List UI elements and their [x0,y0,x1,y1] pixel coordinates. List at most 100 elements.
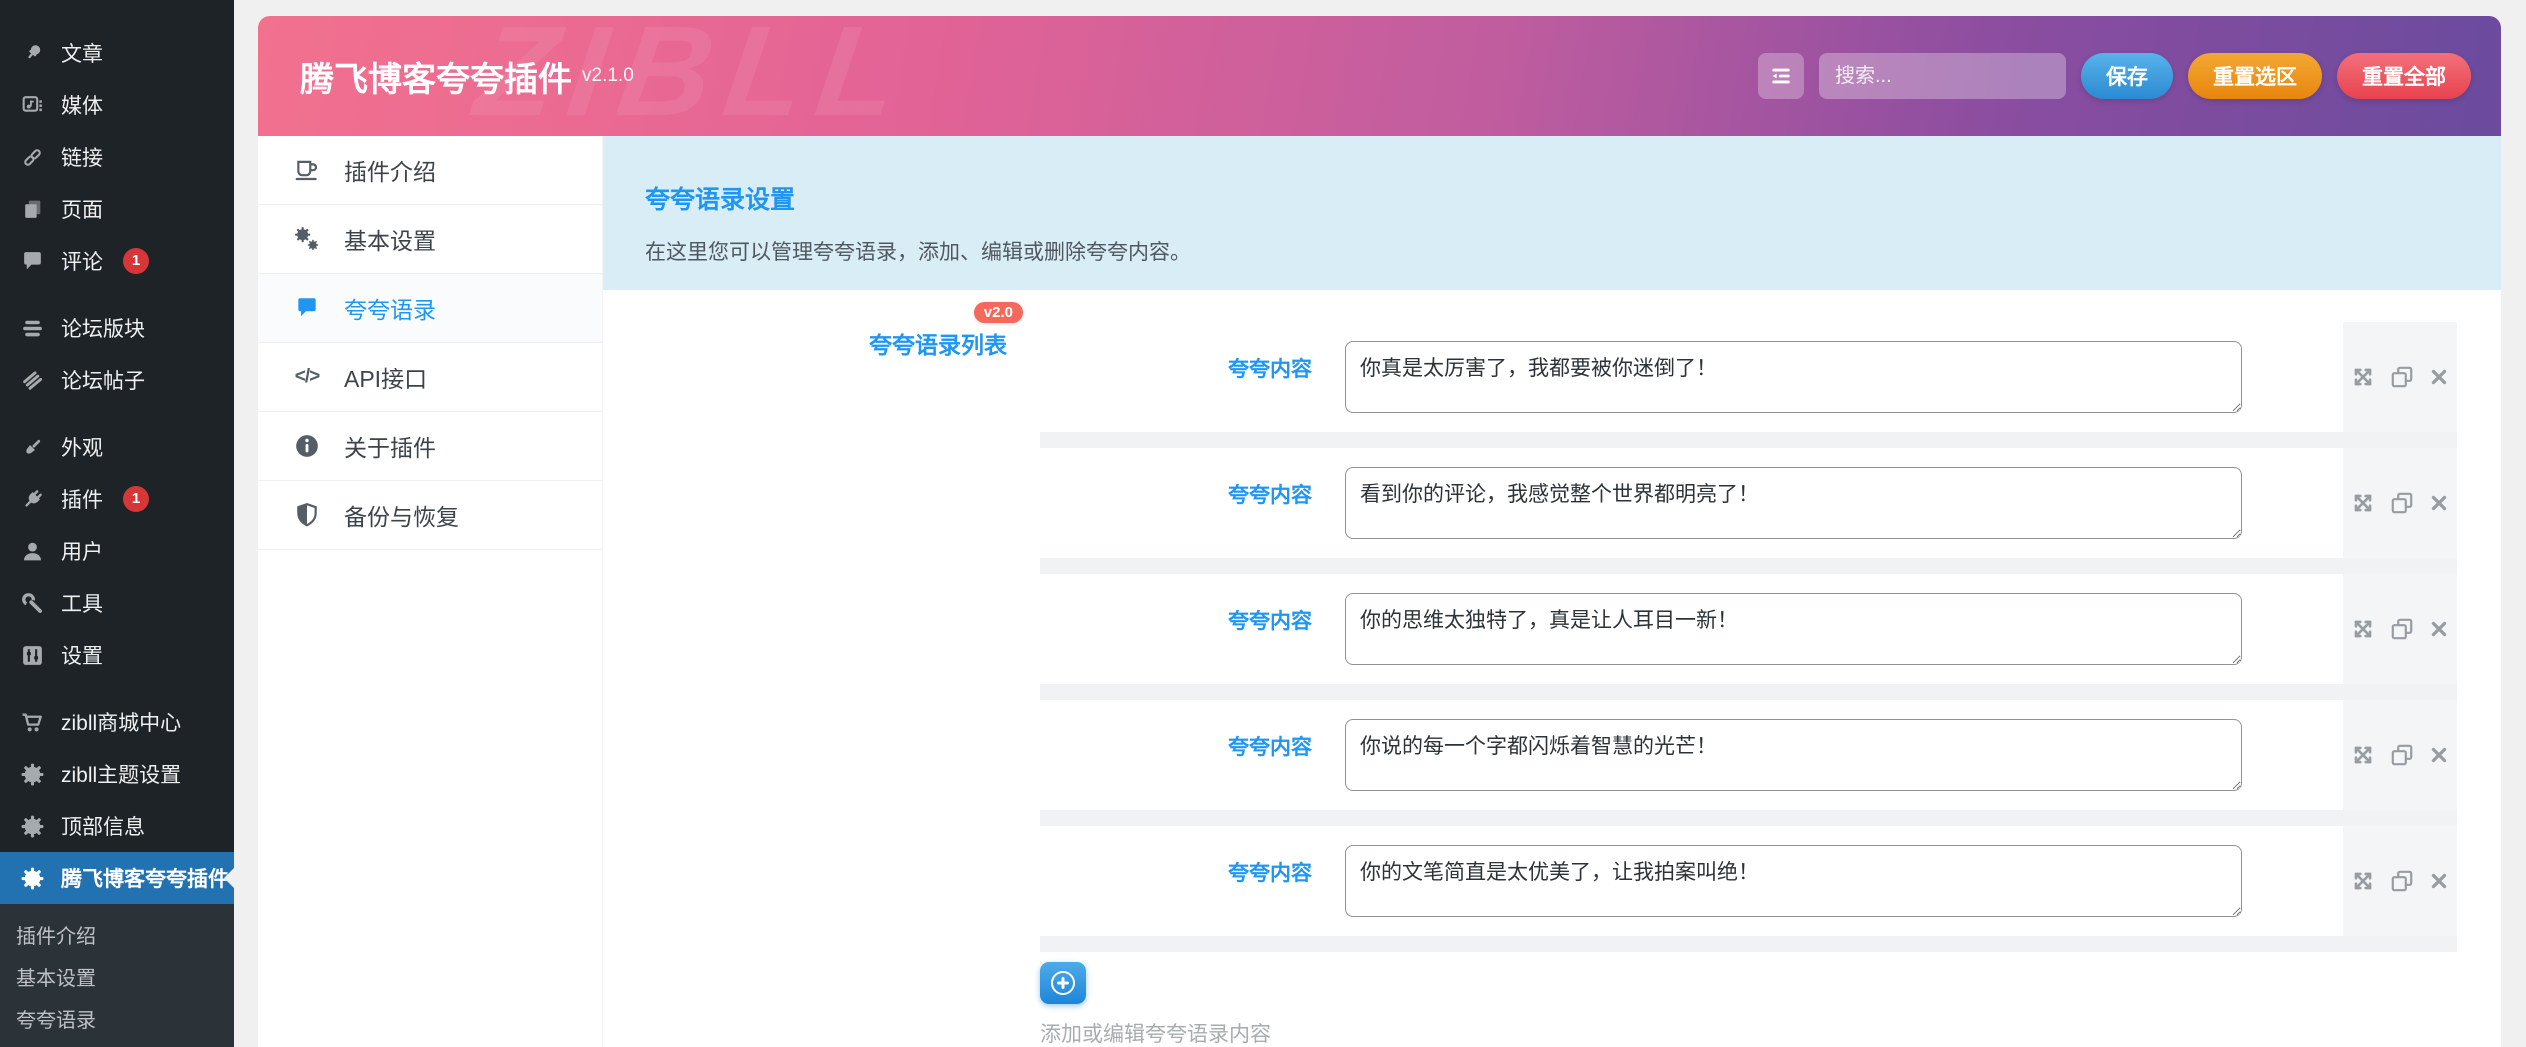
delete-row-button[interactable] [2428,366,2450,388]
list-label-column: 夸夸语录列表 v2.0 [603,290,1040,1047]
menu-toggle-button[interactable] [1758,53,1804,99]
sidebar-item-forum-sections[interactable]: 论坛版块 [0,302,234,354]
save-button[interactable]: 保存 [2081,53,2173,99]
sidebar-item-forum-topics[interactable]: 论坛帖子 [0,354,234,406]
sidebar-item-label: 用户 [61,541,103,564]
shield-icon [292,502,322,528]
tab-basic-settings[interactable]: 基本设置 [258,205,602,274]
duplicate-row-button[interactable] [2389,868,2415,894]
copy-icon [2389,364,2415,390]
sidebar-item-appearance[interactable]: 外观 [0,421,234,473]
sidebar-item-users[interactable]: 用户 [0,525,234,577]
sidebar-item-label: zibll主题设置 [61,764,182,787]
delete-row-button[interactable] [2428,870,2450,892]
cogs-icon [292,226,322,252]
move-row-button[interactable] [2350,364,2376,390]
move-row-button[interactable] [2350,868,2376,894]
duplicate-row-button[interactable] [2389,490,2415,516]
delete-row-button[interactable] [2428,492,2450,514]
media-icon [20,93,45,118]
tab-label: API接口 [344,366,428,392]
gear-icon [20,762,45,787]
plugin-title: 腾飞博客夸夸插件 [300,60,572,99]
tab-label: 备份与恢复 [344,504,459,530]
quote-row: 夸夸内容 你的文笔简直是太优美了，让我拍案叫绝！ [1040,826,2457,952]
delete-row-button[interactable] [2428,618,2450,640]
quote-row-label: 夸夸内容 [1228,610,1312,633]
copy-icon [2389,868,2415,894]
delete-row-button[interactable] [2428,744,2450,766]
sidebar-item-settings[interactable]: 设置 [0,629,234,681]
move-row-button[interactable] [2350,490,2376,516]
reset-all-button[interactable]: 重置全部 [2337,53,2471,99]
quote-textarea[interactable]: 看到你的评论，我感觉整个世界都明亮了！ [1345,467,2242,539]
add-hint-text: 添加或编辑夸夸语录内容 [1040,1023,1271,1046]
sidebar-item-kuakua-plugin[interactable]: 腾飞博客夸夸插件 [0,852,234,904]
move-row-button[interactable] [2350,742,2376,768]
sidebar-item-label: 链接 [61,147,103,170]
tab-label: 关于插件 [344,435,436,461]
tab-label: 插件介绍 [344,159,436,185]
submenu-item-basic-settings[interactable]: 基本设置 [0,958,234,1000]
sidebar-item-label: 论坛版块 [61,318,145,341]
tab-backup-restore[interactable]: 备份与恢复 [258,481,602,550]
gear-icon [20,866,45,891]
sliders-icon [20,643,45,668]
tab-label: 基本设置 [344,228,436,254]
submenu-item-plugin-intro[interactable]: 插件介绍 [0,916,234,958]
sidebar-item-label: 设置 [61,645,103,668]
close-icon [2428,618,2450,640]
plugin-body: 插件介绍 基本设置 夸夸语录 </> API接口 关于插件 备份与恢复 夸夸语录设… [258,136,2501,1047]
sidebar-item-tools[interactable]: 工具 [0,577,234,629]
submenu-item-kuakua-quotes[interactable]: 夸夸语录 [0,1000,234,1042]
quote-textarea[interactable]: 你说的每一个字都闪烁着智慧的光芒！ [1345,719,2242,791]
plugin-panel: ZIBLL 腾飞博客夸夸插件 v2.1.0 保存 重置选区 重置全部 插件介绍 … [258,16,2501,1047]
tab-about-plugin[interactable]: 关于插件 [258,412,602,481]
quotes-list-label: 夸夸语录列表 [869,332,1007,358]
comment-icon [20,249,45,274]
sidebar-item-pages[interactable]: 页面 [0,183,234,235]
link-icon [20,145,45,170]
forum-topics-icon [20,368,45,393]
section-intro-panel: 夸夸语录设置 在这里您可以管理夸夸语录，添加、编辑或删除夸夸内容。 [603,136,2501,290]
menu-separator [0,406,234,421]
tab-label: 夸夸语录 [344,297,436,323]
sidebar-item-links[interactable]: 链接 [0,131,234,183]
quote-row: 夸夸内容 你说的每一个字都闪烁着智慧的光芒！ [1040,700,2457,826]
user-icon [20,539,45,564]
sidebar-item-media[interactable]: 媒体 [0,79,234,131]
tab-kuakua-quotes[interactable]: 夸夸语录 [258,274,602,343]
close-icon [2428,870,2450,892]
sidebar-item-top-info[interactable]: 顶部信息 [0,800,234,852]
search-input[interactable] [1819,53,2066,99]
quote-row: 夸夸内容 你的思维太独特了，真是让人耳目一新！ [1040,574,2457,700]
admin-menu: 文章 媒体 链接 页面 评论 1 论坛版块 论坛帖子 外观 插件 1 用户 工具 设… [0,0,234,1047]
info-icon [292,433,322,459]
add-quote-button[interactable] [1040,962,1086,1004]
sidebar-item-label: zibll商城中心 [61,712,182,735]
sidebar-item-comments[interactable]: 评论 1 [0,235,234,287]
tab-api[interactable]: </> API接口 [258,343,602,412]
tab-content: 夸夸语录设置 在这里您可以管理夸夸语录，添加、编辑或删除夸夸内容。 夸夸语录列表… [603,136,2501,1047]
sidebar-item-posts[interactable]: 文章 [0,27,234,79]
menu-separator [0,287,234,302]
quote-row-label: 夸夸内容 [1228,358,1312,381]
tab-plugin-intro[interactable]: 插件介绍 [258,136,602,205]
wrench-icon [20,591,45,616]
copy-icon [2389,742,2415,768]
quote-textarea[interactable]: 你真是太厉害了，我都要被你迷倒了！ [1345,341,2242,413]
duplicate-row-button[interactable] [2389,742,2415,768]
sidebar-item-plugins[interactable]: 插件 1 [0,473,234,525]
mug-icon [292,157,322,183]
row-actions [2343,322,2457,432]
sidebar-item-zibll-store[interactable]: zibll商城中心 [0,696,234,748]
sidebar-item-zibll-theme-settings[interactable]: zibll主题设置 [0,748,234,800]
move-icon [2350,868,2376,894]
quote-textarea[interactable]: 你的文笔简直是太优美了，让我拍案叫绝！ [1345,845,2242,917]
reset-selection-button[interactable]: 重置选区 [2188,53,2322,99]
duplicate-row-button[interactable] [2389,364,2415,390]
move-row-button[interactable] [2350,616,2376,642]
section-title: 夸夸语录设置 [645,186,796,214]
duplicate-row-button[interactable] [2389,616,2415,642]
quote-textarea[interactable]: 你的思维太独特了，真是让人耳目一新！ [1345,593,2242,665]
